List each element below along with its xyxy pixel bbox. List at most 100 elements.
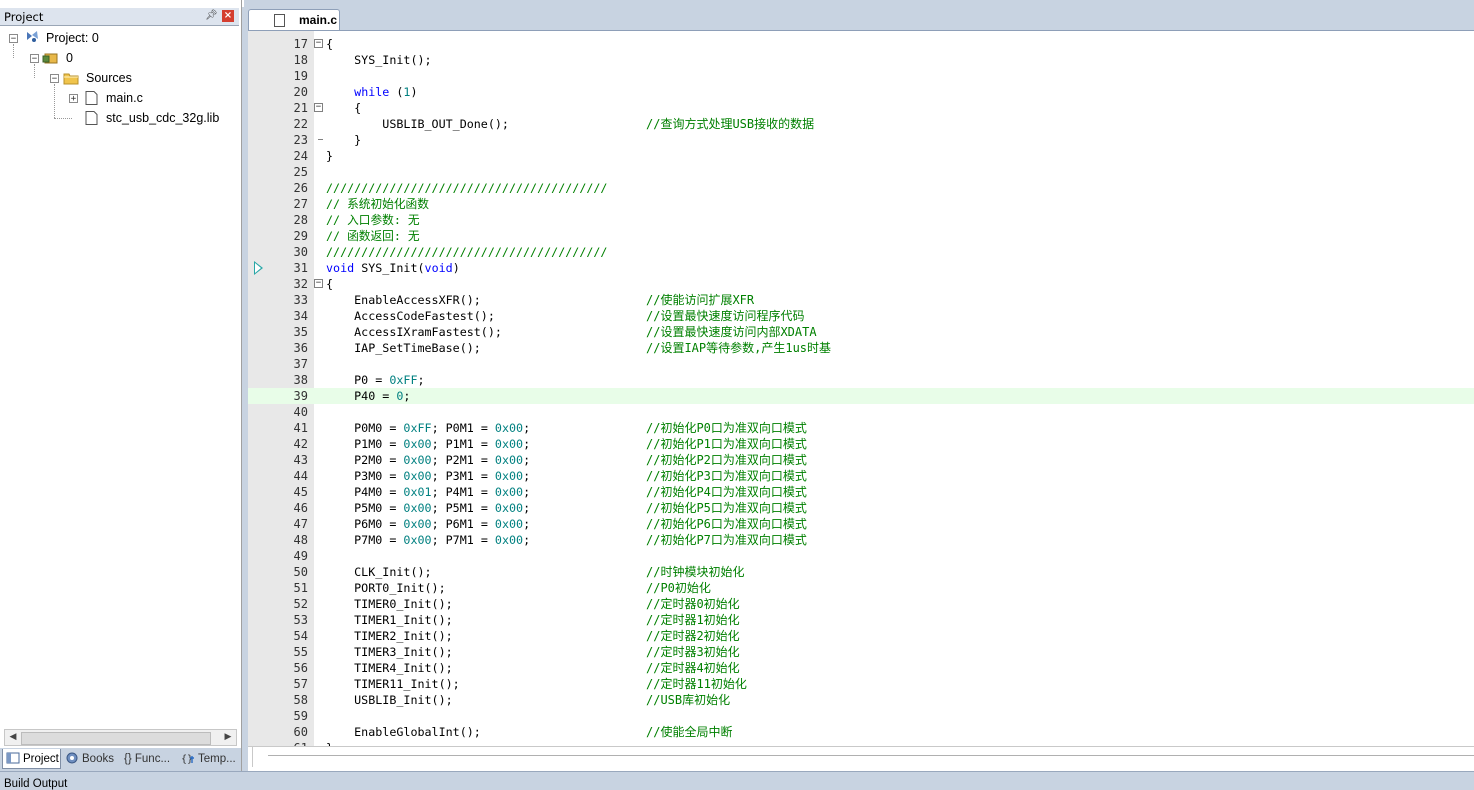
code-comment: //设置最快速度访问内部XDATA	[646, 325, 817, 339]
code-comment: //初始化P2口为准双向口模式	[646, 453, 807, 467]
line-number: 35	[293, 325, 308, 339]
code-line[interactable]: 22 USBLIB_OUT_Done(); //查询方式处理USB接收的数据	[248, 116, 1474, 132]
code-text: {	[326, 37, 334, 51]
code-comment: //时钟模块初始化	[646, 565, 745, 579]
code-line[interactable]: 29 // 函数返回: 无	[248, 228, 1474, 244]
code-line[interactable]: 52 TIMER0_Init(); //定时器0初始化	[248, 596, 1474, 612]
scroll-right-icon[interactable]: ▶	[221, 731, 235, 744]
code-line[interactable]: 54 TIMER2_Init(); //定时器2初始化	[248, 628, 1474, 644]
code-line[interactable]: 39 P40 = 0;	[248, 388, 1474, 404]
close-icon[interactable]: ×	[222, 10, 234, 22]
code-comment: //定时器3初始化	[646, 645, 740, 659]
code-line[interactable]: 20 while (1)	[248, 84, 1474, 100]
line-number: 28	[293, 213, 308, 227]
expand-icon[interactable]: +	[69, 94, 78, 104]
project-tab-icon	[6, 752, 20, 764]
code-comment: //USB库初始化	[646, 693, 731, 707]
code-line[interactable]: 47 P6M0 = 0x00; P6M1 = 0x00; //初始化P6口为准双向…	[248, 516, 1474, 532]
code-line[interactable]: 55 TIMER3_Init(); //定时器3初始化	[248, 644, 1474, 660]
code-line[interactable]: 30 //////////////////////////////////////…	[248, 244, 1474, 260]
tree-label-project: Project: 0	[46, 31, 99, 45]
code-line[interactable]: 56 TIMER4_Init(); //定时器4初始化	[248, 660, 1474, 676]
fold-collapse-icon[interactable]: −	[314, 39, 323, 48]
code-line[interactable]: 53 TIMER1_Init(); //定时器1初始化	[248, 612, 1474, 628]
tab-functions[interactable]: {} Func...	[120, 749, 176, 769]
code-line[interactable]: 42 P1M0 = 0x00; P1M1 = 0x00; //初始化P1口为准双向…	[248, 436, 1474, 452]
tree-item-lib-file[interactable]: stc_usb_cdc_32g.lib	[0, 108, 239, 128]
code-line[interactable]: 24}	[248, 148, 1474, 164]
code-line[interactable]: 32 {−	[248, 276, 1474, 292]
line-number: 27	[293, 197, 308, 211]
code-line[interactable]: 40	[248, 404, 1474, 420]
code-line[interactable]: 45 P4M0 = 0x01; P4M1 = 0x00; //初始化P4口为准双向…	[248, 484, 1474, 500]
code-line[interactable]: 44 P3M0 = 0x00; P3M1 = 0x00; //初始化P3口为准双向…	[248, 468, 1474, 484]
code-line[interactable]: 37	[248, 356, 1474, 372]
tab-books[interactable]: Books	[62, 749, 118, 769]
collapse-icon[interactable]: −	[30, 54, 39, 64]
code-line[interactable]: 46 P5M0 = 0x00; P5M1 = 0x00; //初始化P5口为准双向…	[248, 500, 1474, 516]
project-horizontal-scrollbar[interactable]: ◀ ▶	[4, 729, 237, 746]
code-line[interactable]: 43 P2M0 = 0x00; P2M1 = 0x00; //初始化P2口为准双向…	[248, 452, 1474, 468]
code-line[interactable]: 31 void SYS_Init(void)	[248, 260, 1474, 276]
code-line[interactable]: 33 EnableAccessXFR(); //使能访问扩展XFR	[248, 292, 1474, 308]
pin-icon[interactable]: 📌︎	[205, 10, 218, 22]
code-line[interactable]: 23 }	[248, 132, 1474, 148]
line-number: 18	[293, 53, 308, 67]
code-line[interactable]: 19	[248, 68, 1474, 84]
code-line[interactable]: 59	[248, 708, 1474, 724]
scroll-left-icon[interactable]: ◀	[6, 731, 20, 744]
code-text: while (1)	[354, 85, 418, 99]
code-line[interactable]: 35 AccessIXramFastest(); //设置最快速度访问内部XDAT…	[248, 324, 1474, 340]
line-number: 24	[293, 149, 308, 163]
code-text: P0M0 = 0xFF; P0M1 = 0x00;	[326, 421, 531, 435]
collapse-icon[interactable]: −	[50, 74, 59, 84]
code-comment: //查询方式处理USB接收的数据	[646, 117, 815, 131]
code-line[interactable]: 27 // 系统初始化函数	[248, 196, 1474, 212]
line-number: 26	[293, 181, 308, 195]
code-line[interactable]: 58 USBLIB_Init(); //USB库初始化	[248, 692, 1474, 708]
code-line[interactable]: 41 P0M0 = 0xFF; P0M1 = 0x00; //初始化P0口为准双向…	[248, 420, 1474, 436]
tab-label: main.c	[299, 13, 338, 27]
code-line[interactable]: 57 TIMER11_Init(); //定时器11初始化	[248, 676, 1474, 692]
code-comment: //设置最快速度访问程序代码	[646, 309, 805, 323]
editor-horizontal-scrollbar[interactable]	[248, 746, 1474, 771]
code-comment: //初始化P3口为准双向口模式	[646, 469, 807, 483]
code-text: USBLIB_OUT_Done();	[326, 117, 509, 131]
code-text: TIMER0_Init();	[326, 597, 453, 611]
tree-item-project[interactable]: − Project: 0	[0, 28, 239, 48]
tree-item-main-c[interactable]: + main.c	[0, 88, 239, 108]
tree-item-sources[interactable]: − Sources	[0, 68, 239, 88]
code-line[interactable]: 34 AccessCodeFastest(); //设置最快速度访问程序代码	[248, 308, 1474, 324]
code-line[interactable]: 50 CLK_Init(); //时钟模块初始化	[248, 564, 1474, 580]
code-text: P4M0 = 0x01; P4M1 = 0x00;	[326, 485, 531, 499]
fold-collapse-icon[interactable]: −	[314, 103, 323, 112]
tab-main-c[interactable]: main.c	[248, 9, 340, 30]
build-output-title: Build Output	[4, 778, 68, 790]
code-line[interactable]: 49	[248, 548, 1474, 564]
code-line[interactable]: 38 P0 = 0xFF;	[248, 372, 1474, 388]
tab-project[interactable]: Project	[2, 749, 61, 769]
code-line[interactable]: 48 P7M0 = 0x00; P7M1 = 0x00; //初始化P7口为准双向…	[248, 532, 1474, 548]
code-line[interactable]: 36 IAP_SetTimeBase(); //设置IAP等待参数,产生1us时基	[248, 340, 1474, 356]
code-line[interactable]: 18 SYS_Init();	[248, 52, 1474, 68]
code-line[interactable]: 51 PORT0_Init(); //P0初始化	[248, 580, 1474, 596]
code-text: IAP_SetTimeBase();	[326, 341, 481, 355]
code-line[interactable]: 28 // 入口参数: 无	[248, 212, 1474, 228]
scroll-thumb[interactable]	[21, 732, 211, 745]
code-line[interactable]: 17 {−	[248, 36, 1474, 52]
code-line[interactable]: 21 {−	[248, 100, 1474, 116]
line-number: 54	[293, 629, 308, 643]
code-comment: //设置IAP等待参数,产生1us时基	[646, 341, 832, 355]
code-line[interactable]: 25	[248, 164, 1474, 180]
tab-templates[interactable]: {} Temp...	[178, 749, 240, 769]
code-line[interactable]: 26 //////////////////////////////////////…	[248, 180, 1474, 196]
code-line[interactable]: 60 EnableGlobalInt(); //使能全局中断	[248, 724, 1474, 740]
code-text: SYS_Init();	[326, 53, 432, 67]
fold-collapse-icon[interactable]: −	[314, 279, 323, 288]
collapse-icon[interactable]: −	[9, 34, 18, 44]
code-editor[interactable]: 17{−18 SYS_Init(); 19 20 while (1) 21 {−22 …	[248, 30, 1474, 747]
project-tree: − Project: 0 − 0 − Sources + main.c stc_…	[0, 27, 239, 727]
code-text: }	[326, 133, 362, 147]
tree-item-target[interactable]: − 0	[0, 48, 239, 68]
line-number: 46	[293, 501, 308, 515]
